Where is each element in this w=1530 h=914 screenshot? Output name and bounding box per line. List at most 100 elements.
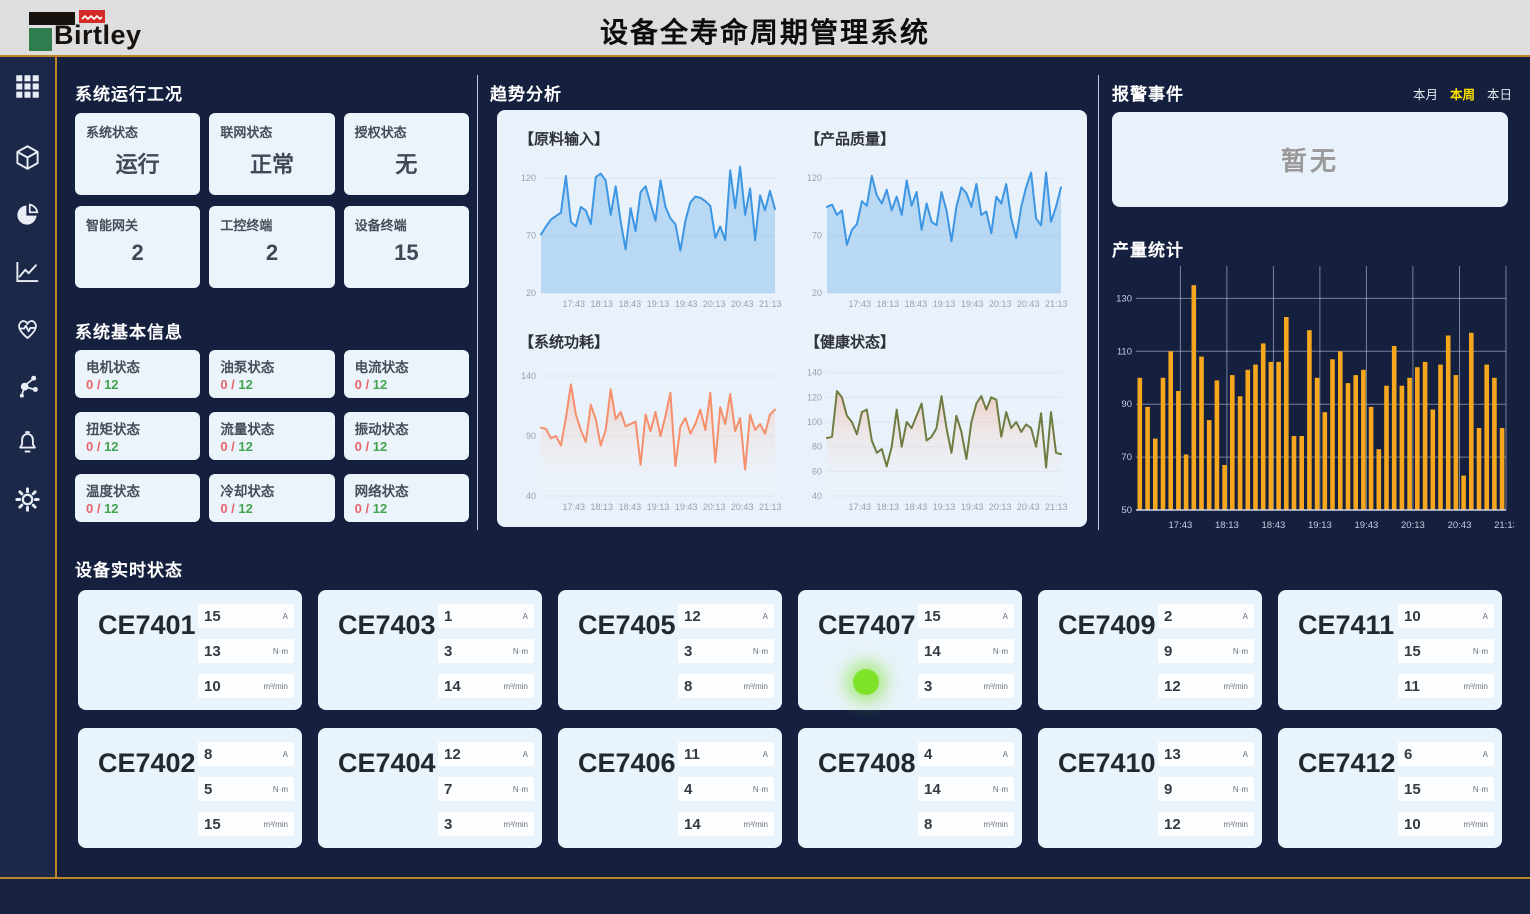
device-name: CE7404	[338, 748, 436, 779]
status-card: 授权状态无	[344, 113, 469, 195]
trend-panel: 【原料输入】207012017:4318:1318:4319:1319:4320…	[497, 110, 1087, 527]
metric-unit: A	[763, 750, 768, 759]
trend-section-title: 趋势分析	[490, 80, 562, 105]
metric-value: 3	[924, 678, 932, 695]
metric-value: 10	[204, 678, 221, 695]
metric-row: 9N·m	[1158, 639, 1254, 663]
device-card-ce7403[interactable]: CE74031A3N·m14m³/min	[318, 590, 542, 710]
count-current: 0 /	[220, 501, 238, 516]
device-card-ce7409[interactable]: CE74092A9N·m12m³/min	[1038, 590, 1262, 710]
device-card-ce7406[interactable]: CE740611A4N·m14m³/min	[558, 728, 782, 848]
metric-row: 3N·m	[678, 639, 774, 663]
device-card-ce7401[interactable]: CE740115A13N·m10m³/min	[78, 590, 302, 710]
metric-value: 12	[444, 746, 461, 763]
metric-row: 14N·m	[918, 639, 1014, 663]
svg-text:18:13: 18:13	[1215, 520, 1239, 531]
metric-value: 14	[684, 816, 701, 833]
network-icon[interactable]	[14, 372, 41, 399]
device-name: CE7402	[98, 748, 196, 779]
svg-text:70: 70	[812, 231, 822, 241]
apps-grid-icon[interactable]	[14, 73, 41, 100]
status-indicator-green	[853, 669, 879, 695]
status-card-label: 智能网关	[86, 215, 189, 234]
pie-chart-icon[interactable]	[14, 201, 41, 228]
metric-value: 11	[1404, 678, 1420, 695]
device-card-ce7405[interactable]: CE740512A3N·m8m³/min	[558, 590, 782, 710]
info-card-count: 0 / 12	[355, 377, 458, 392]
device-card-ce7410[interactable]: CE741013A9N·m12m³/min	[1038, 728, 1262, 848]
status-card-value: 无	[355, 147, 458, 179]
device-name: CE7406	[578, 748, 676, 779]
svg-text:17:43: 17:43	[563, 299, 586, 309]
metric-value: 10	[1404, 608, 1421, 625]
bell-icon[interactable]	[14, 429, 41, 456]
svg-text:17:43: 17:43	[849, 299, 872, 309]
alarm-tab-2[interactable]: 本日	[1487, 88, 1512, 102]
page-title: 设备全寿命周期管理系统	[0, 11, 1530, 51]
device-metrics: 1A3N·m14m³/min	[438, 604, 534, 698]
svg-text:20:43: 20:43	[731, 299, 754, 309]
metric-row: 14m³/min	[678, 812, 774, 836]
ops-section-title: 系统运行工况	[75, 80, 183, 105]
metric-row: 4 N·m	[678, 777, 774, 801]
alarm-tab-1[interactable]: 本周	[1450, 88, 1475, 102]
metric-value: 15	[204, 816, 221, 833]
metric-row: 14N·m	[918, 777, 1014, 801]
device-metrics: 15A14N·m3m³/min	[918, 604, 1014, 698]
device-card-ce7404[interactable]: CE740412A7N·m3m³/min	[318, 728, 542, 848]
count-current: 0 /	[355, 439, 373, 454]
heartbeat-icon[interactable]	[14, 315, 41, 342]
metric-row: 15N·m	[1398, 639, 1494, 663]
device-card-ce7402[interactable]: CE74028A5N·m15m³/min	[78, 728, 302, 848]
info-card-label: 油泵状态	[220, 356, 323, 376]
metric-value: 4	[924, 746, 932, 763]
device-card-ce7407[interactable]: CE740715A14N·m3m³/min	[798, 590, 1022, 710]
device-metrics: 2A9N·m12m³/min	[1158, 604, 1254, 698]
metric-value: 8	[204, 746, 212, 763]
metric-row: 15N·m	[1398, 777, 1494, 801]
metric-unit: N·m	[753, 785, 768, 794]
metric-row: 1A	[438, 604, 534, 628]
metric-value: 6	[1404, 746, 1412, 763]
metric-unit: A	[1483, 750, 1488, 759]
count-current: 0 /	[86, 439, 104, 454]
svg-text:130: 130	[1116, 293, 1132, 304]
svg-text:18:43: 18:43	[619, 502, 642, 512]
metric-row: 3m³/min	[918, 674, 1014, 698]
status-card: 设备终端15	[344, 206, 469, 288]
device-name: CE7412	[1298, 748, 1396, 779]
device-card-ce7408[interactable]: CE74084A14N·m8m³/min	[798, 728, 1022, 848]
trend-line-icon[interactable]	[14, 258, 41, 285]
cube-icon[interactable]	[14, 144, 41, 171]
info-card-count: 0 / 12	[86, 439, 189, 454]
svg-text:17:43: 17:43	[849, 502, 872, 512]
status-card-label: 设备终端	[355, 215, 458, 234]
alarm-empty-card: 暂无	[1112, 112, 1508, 207]
metric-unit: N·m	[1473, 785, 1488, 794]
dashboard: Birtley 设备全寿命周期管理系统 系统运行工况 系统状态运行联	[0, 0, 1530, 914]
device-card-ce7411[interactable]: CE741110A15N·m11m³/min	[1278, 590, 1502, 710]
chart-title-raw_input: 【原料输入】	[519, 128, 785, 149]
svg-text:120: 120	[807, 392, 822, 402]
metric-unit: N·m	[993, 647, 1008, 656]
production-chart-svg: 17:4318:1318:4319:1319:4320:1320:4321:13…	[1110, 262, 1514, 534]
status-card: 系统状态运行	[75, 113, 200, 195]
gear-icon[interactable]	[14, 486, 41, 513]
svg-text:18:43: 18:43	[905, 299, 928, 309]
devices-grid: CE740115A13N·m10m³/minCE74031A3N·m14m³/m…	[78, 590, 1502, 848]
metric-row: 13A	[1158, 742, 1254, 766]
status-card: 工控终端2	[209, 206, 334, 288]
info-card: 振动状态0 / 12	[344, 412, 469, 460]
info-card-count: 0 / 12	[220, 501, 323, 516]
alarm-tab-0[interactable]: 本月	[1413, 88, 1438, 102]
device-card-ce7412[interactable]: CE74126A15N·m10m³/min	[1278, 728, 1502, 848]
metric-value: 4	[684, 781, 692, 798]
metric-value: 3	[684, 643, 692, 660]
status-card-value: 2	[220, 240, 323, 266]
metric-unit: N·m	[993, 785, 1008, 794]
count-current: 0 /	[220, 377, 238, 392]
metric-row: 12m³/min	[1158, 674, 1254, 698]
svg-text:20:43: 20:43	[1017, 502, 1040, 512]
status-card-label: 授权状态	[355, 122, 458, 141]
svg-text:18:43: 18:43	[619, 299, 642, 309]
